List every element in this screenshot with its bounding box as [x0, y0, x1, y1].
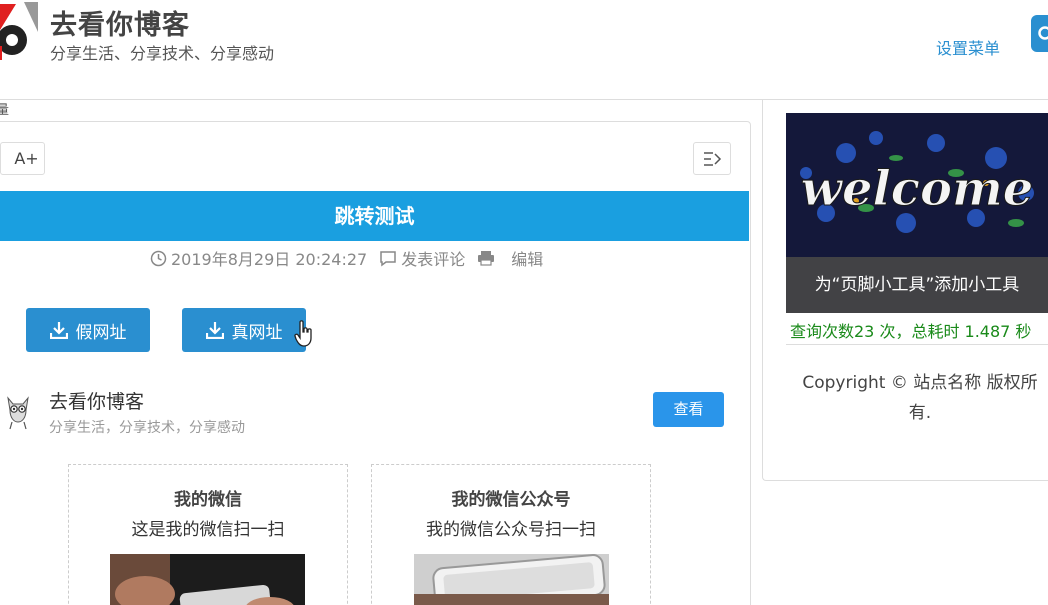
site-subtitle: 分享生活、分享技术、分享感动	[50, 44, 275, 63]
site-logo[interactable]	[0, 2, 38, 62]
divider	[786, 344, 1048, 345]
fake-url-button-label: 假网址	[75, 322, 127, 343]
author-description: 分享生活，分享技术，分享感动	[49, 420, 245, 436]
breadcrumb-fragment: 量	[0, 103, 10, 118]
comment-link[interactable]: 发表评论	[379, 246, 465, 270]
qr-description: 我的微信公众号扫一扫	[426, 520, 596, 540]
real-url-button[interactable]: 真网址	[182, 308, 306, 352]
view-author-button[interactable]: 查看	[653, 392, 724, 427]
print-icon	[478, 251, 495, 266]
search-icon	[1038, 26, 1048, 40]
download-icon	[49, 322, 68, 339]
fake-url-button[interactable]: 假网址	[26, 308, 150, 352]
wechat-official-qr-box: 我的微信公众号 我的微信公众号扫一扫	[371, 464, 651, 605]
sidebar-toggle-button[interactable]	[693, 142, 731, 175]
print-button[interactable]	[477, 250, 499, 266]
qr-title: 我的微信	[174, 490, 242, 510]
qr-description: 这是我的微信扫一扫	[131, 520, 285, 540]
clock-icon	[150, 250, 167, 266]
wechat-qr-image	[110, 554, 305, 605]
setup-menu-link[interactable]: 设置菜单	[936, 35, 1000, 59]
copyright-text: Copyright © 站点名称 版权所有.	[802, 373, 1038, 423]
query-stats: 查询次数23 次，总耗时 1.487 秒	[790, 322, 1032, 341]
article-date-text: 2019年8月29日 20:24:27	[171, 250, 368, 269]
author-name[interactable]: 去看你博客	[49, 387, 144, 414]
real-url-button-label: 真网址	[231, 322, 283, 343]
download-icon	[205, 322, 224, 339]
article-meta: 2019年8月29日 20:24:27 发表评论 编辑	[150, 247, 555, 269]
site-header: 去看你博客 分享生活、分享技术、分享感动 设置菜单	[0, 0, 1048, 100]
wechat-qr-box: 我的微信 这是我的微信扫一扫	[68, 464, 348, 605]
welcome-banner-image: welcome	[786, 113, 1048, 257]
qr-title: 我的微信公众号	[451, 490, 571, 510]
comment-link-text[interactable]: 发表评论	[401, 246, 465, 270]
widget-caption[interactable]: 为“页脚小工具”添加小工具	[786, 257, 1048, 313]
welcome-widget[interactable]: welcome 为“页脚小工具”添加小工具	[786, 113, 1048, 313]
article-title: 跳转测试	[0, 191, 749, 241]
edit-link[interactable]: 编辑	[511, 246, 543, 270]
welcome-text: welcome	[801, 161, 1034, 217]
article-date: 2019年8月29日 20:24:27	[150, 246, 367, 270]
wechat-official-qr-image	[414, 554, 609, 605]
author-avatar[interactable]	[4, 392, 32, 430]
site-title[interactable]: 去看你博客	[50, 3, 190, 42]
comment-icon	[380, 250, 396, 266]
search-button[interactable]	[1031, 15, 1048, 52]
indent-icon	[704, 152, 722, 166]
hand-cursor-icon	[294, 320, 314, 352]
font-size-button[interactable]: A+	[0, 142, 45, 175]
